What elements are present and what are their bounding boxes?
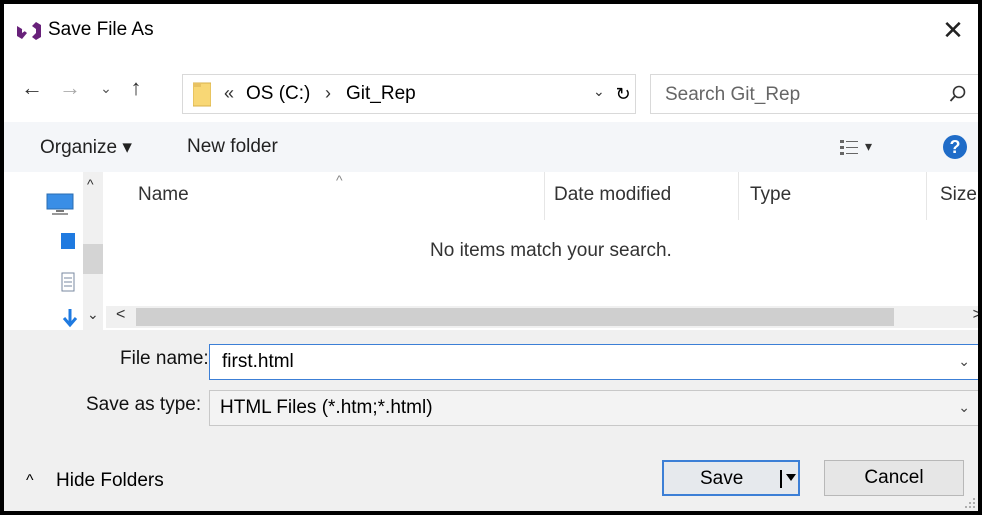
save-as-type-value: HTML Files (*.htm;*.html) xyxy=(220,397,433,418)
refresh-button[interactable]: ↻ xyxy=(612,75,634,113)
new-folder-button[interactable]: New folder xyxy=(187,136,278,158)
column-divider[interactable] xyxy=(926,172,927,220)
search-box[interactable] xyxy=(650,74,978,114)
back-arrow-icon: ← xyxy=(21,75,43,100)
save-split-divider xyxy=(780,470,782,488)
address-bar[interactable]: « OS (C:) › Git_Rep ⌄ ↻ xyxy=(182,74,636,114)
desktop-icon[interactable] xyxy=(60,232,76,252)
column-divider[interactable] xyxy=(544,172,545,220)
scroll-right-icon[interactable]: > xyxy=(973,306,978,324)
up-button[interactable]: ↑ xyxy=(122,74,150,102)
breadcrumb-separator-icon[interactable]: › xyxy=(325,83,331,104)
navigation-bar: ← → ⌄ ↑ « OS (C:) › Git_Rep ⌄ ↻ xyxy=(4,64,978,114)
hide-folders-button[interactable]: Hide Folders xyxy=(56,470,164,492)
save-dropdown-icon[interactable] xyxy=(786,474,796,482)
dialog-title: Save File As xyxy=(48,19,154,40)
view-options-icon[interactable] xyxy=(840,140,858,156)
organize-menu[interactable]: Organize ▾ xyxy=(40,136,132,159)
refresh-icon: ↻ xyxy=(615,83,631,104)
sort-ascending-icon: ^ xyxy=(336,172,343,188)
file-name-combobox[interactable]: ⌄ xyxy=(209,344,978,380)
navigation-pane: ^ ⌄ xyxy=(4,172,106,330)
file-name-label: File name: xyxy=(120,348,209,369)
up-arrow-icon: ↑ xyxy=(130,75,142,100)
cancel-button[interactable]: Cancel xyxy=(824,460,964,496)
save-file-dialog: Save File As ✕ ← → ⌄ ↑ « OS (C:) › Git_R… xyxy=(0,0,982,515)
nav-pane-scroll-thumb[interactable] xyxy=(83,244,103,274)
breadcrumb-git-rep[interactable]: Git_Rep xyxy=(346,83,416,105)
column-header-date-modified[interactable]: Date modified xyxy=(554,184,671,206)
forward-button[interactable]: → xyxy=(56,74,84,102)
dialog-footer: File name: ⌄ Save as type: HTML Files (*… xyxy=(4,330,978,511)
forward-arrow-icon: → xyxy=(59,75,81,100)
file-list: ^ Name Date modified Type Size No items … xyxy=(106,172,978,330)
hide-folders-chevron-icon[interactable]: ^ xyxy=(26,472,34,490)
documents-icon[interactable] xyxy=(61,272,75,292)
cancel-button-label: Cancel xyxy=(864,467,924,488)
column-header-name[interactable]: Name xyxy=(138,184,189,206)
nav-scroll-down-icon[interactable]: ⌄ xyxy=(87,306,99,323)
column-divider[interactable] xyxy=(738,172,739,220)
search-icon xyxy=(949,85,966,102)
command-bar: Organize ▾ New folder ▾ ? xyxy=(4,122,978,172)
column-header-size[interactable]: Size xyxy=(940,184,977,206)
downloads-icon[interactable] xyxy=(62,308,78,328)
nav-scroll-up-icon[interactable]: ^ xyxy=(87,176,94,192)
resize-grip-icon[interactable] xyxy=(964,497,976,509)
search-input[interactable] xyxy=(663,83,927,107)
scroll-left-icon[interactable]: < xyxy=(116,306,125,324)
back-button[interactable]: ← xyxy=(18,74,46,102)
view-dropdown-icon[interactable]: ▾ xyxy=(865,138,872,155)
help-icon[interactable]: ? xyxy=(943,135,967,159)
save-as-type-dropdown-icon[interactable]: ⌄ xyxy=(958,399,970,416)
chevron-down-icon: ⌄ xyxy=(100,79,112,96)
visual-studio-icon xyxy=(17,22,41,40)
help-glyph: ? xyxy=(949,136,961,157)
overflow-chevron-icon[interactable]: « xyxy=(224,83,234,104)
save-as-type-select[interactable]: HTML Files (*.htm;*.html) ⌄ xyxy=(209,390,978,426)
breadcrumb-os-c[interactable]: OS (C:) xyxy=(246,83,310,105)
empty-list-message: No items match your search. xyxy=(430,240,672,261)
column-header-type[interactable]: Type xyxy=(750,184,791,206)
computer-icon[interactable] xyxy=(46,192,74,216)
save-button-label: Save xyxy=(700,468,744,489)
address-dropdown-icon[interactable]: ⌄ xyxy=(593,83,605,100)
save-button[interactable]: Save xyxy=(662,460,800,496)
save-as-type-label: Save as type: xyxy=(86,394,202,415)
folder-icon xyxy=(193,82,211,107)
recent-locations-button[interactable]: ⌄ xyxy=(92,74,120,102)
file-name-dropdown-icon[interactable]: ⌄ xyxy=(958,353,970,370)
file-name-input[interactable] xyxy=(220,350,924,374)
close-button[interactable]: ✕ xyxy=(938,12,968,48)
title-bar: Save File As ✕ xyxy=(4,4,978,60)
horizontal-scrollbar[interactable]: < > xyxy=(106,306,978,328)
horizontal-scroll-thumb[interactable] xyxy=(136,308,894,326)
close-icon: ✕ xyxy=(942,14,964,45)
